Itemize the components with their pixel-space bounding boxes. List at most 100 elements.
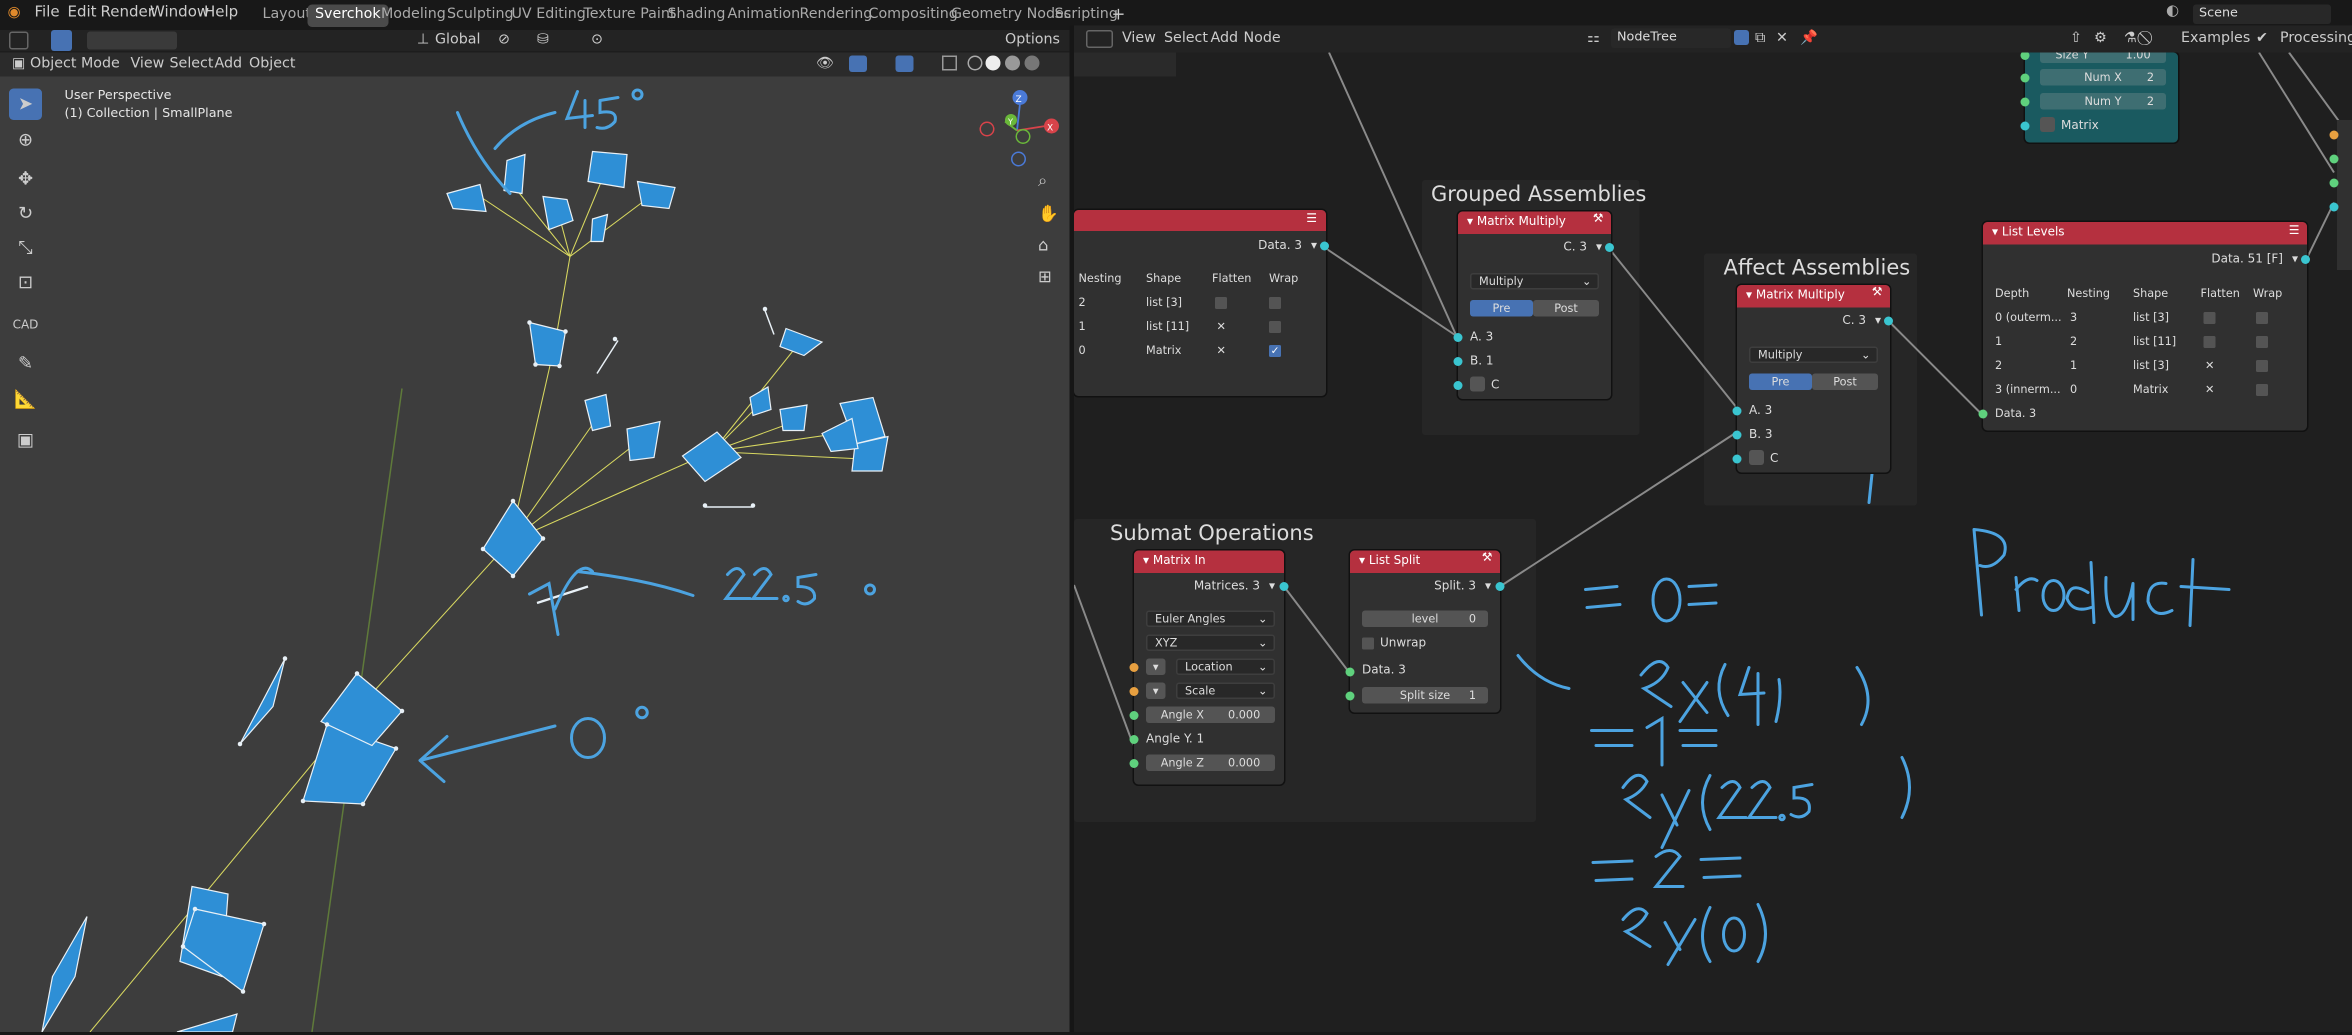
sv-tools-icon[interactable]: ⚙ <box>2094 30 2107 48</box>
wrap-checkbox[interactable] <box>1269 297 1281 309</box>
scale-dropdown[interactable]: Scale ⌄ <box>1176 682 1275 699</box>
fake-user-icon[interactable] <box>1734 30 1749 45</box>
angle-z-field[interactable]: Angle Z 0.000 <box>1146 754 1275 771</box>
selection-mode-buttons[interactable] <box>87 31 177 50</box>
node-editor-type-icon[interactable] <box>1086 30 1113 48</box>
node-header[interactable]: ▾ Matrix Multiply ⚒ <box>1458 211 1611 234</box>
measure-tool-icon[interactable]: 📐 <box>9 384 42 416</box>
input-socket-split-size[interactable] <box>1345 691 1355 701</box>
wrap-checkbox[interactable] <box>2256 360 2268 372</box>
chevron-down-icon[interactable]: ▾ <box>1485 579 1491 593</box>
input-socket-location[interactable] <box>1129 663 1139 672</box>
wrap-checkbox-checked[interactable]: ✓ <box>1269 345 1281 357</box>
add-workspace-icon[interactable]: + <box>1112 5 1126 25</box>
visibility-icon[interactable]: 👁 <box>816 56 834 74</box>
input-socket-data[interactable] <box>1978 409 1988 419</box>
flatten-cross[interactable]: ✕ <box>2205 359 2214 373</box>
location-dropdown[interactable]: Location ⌄ <box>1176 658 1275 675</box>
node-tree-selector[interactable]: NodeTree <box>1611 28 1731 48</box>
scene-selector[interactable]: Scene <box>2193 4 2331 24</box>
viewport-menu-object[interactable]: Object <box>249 56 295 74</box>
duplicate-tree-icon[interactable]: ⧉ <box>1755 30 1765 48</box>
wrap-checkbox[interactable] <box>2256 336 2268 348</box>
operation-dropdown[interactable]: Multiply ⌄ <box>1470 273 1599 290</box>
select-box-icon[interactable] <box>51 30 72 51</box>
chevron-down-icon[interactable]: ▾ <box>1596 240 1602 254</box>
node-list-levels[interactable]: ▾ List Levels ☰ Data. 51 [F] ▾ Depth Nest… <box>1978 222 2310 431</box>
xray-icon[interactable] <box>942 55 957 71</box>
processing-toggle[interactable]: Processing <box>2280 30 2352 48</box>
input-socket-a[interactable] <box>1453 333 1463 342</box>
rotate-tool-icon[interactable]: ↻ <box>9 198 42 230</box>
output-socket[interactable] <box>1605 243 1614 252</box>
pre-button[interactable]: Pre <box>1749 373 1812 390</box>
editor-type-icon[interactable] <box>9 31 29 50</box>
menu-help[interactable]: Help <box>204 5 238 22</box>
chevron-down-icon[interactable]: ▾ <box>2292 252 2298 266</box>
viewport-menu-add[interactable]: Add <box>215 56 243 74</box>
viewport-menu-view[interactable]: View <box>131 56 165 74</box>
unwrap-checkbox[interactable] <box>1362 637 1374 650</box>
input-socket-b[interactable] <box>1453 357 1463 366</box>
shading-rendered-icon[interactable] <box>1024 55 1040 71</box>
gizmo-toggle-icon[interactable] <box>849 55 867 72</box>
snap-icon[interactable]: ⛁ <box>537 32 549 50</box>
node-matrix-multiply-grouped[interactable]: ▾ Matrix Multiply ⚒ C. 3 ▾ Multiply ⌄ Pre … <box>1453 211 1614 399</box>
flatten-checkbox[interactable] <box>1215 297 1227 309</box>
unlink-tree-icon[interactable]: ✕ <box>1776 30 1788 48</box>
input-socket-b[interactable] <box>1732 430 1742 440</box>
input-socket[interactable] <box>2020 52 2030 60</box>
output-socket[interactable] <box>1279 582 1289 591</box>
flatten-checkbox[interactable] <box>2203 312 2216 324</box>
node-list-levels-partial[interactable]: ☰ Data. 3 ▾ Nesting Shape Flatten Wrap 2… <box>1074 210 1329 396</box>
examples-menu[interactable]: Examples <box>2181 30 2250 48</box>
options-menu[interactable]: Options <box>1005 32 1060 50</box>
flatten-cross[interactable]: ✕ <box>1217 320 1226 334</box>
node-header[interactable]: ▾ Matrix In <box>1134 550 1284 573</box>
node-list-split[interactable]: ▾ List Split ⚒ Split. 3 ▾ level 0 Unwrap D… <box>1345 550 1505 713</box>
input-socket[interactable] <box>2329 202 2339 212</box>
3d-viewport[interactable]: User Perspective (1) Collection | SmallP… <box>0 76 1070 1032</box>
flatten-checkbox[interactable] <box>2203 336 2216 348</box>
cad-tool-icon[interactable]: CAD <box>9 309 42 341</box>
mode-selector[interactable]: Object Mode <box>30 56 120 74</box>
input-socket-c[interactable] <box>1453 381 1463 390</box>
input-socket[interactable] <box>2020 97 2030 107</box>
menu-render[interactable]: Render <box>101 5 154 22</box>
pan-hand-icon[interactable]: ✋ <box>1038 204 1059 224</box>
location-expand-icon[interactable]: ▾ <box>1146 658 1166 675</box>
node-plane-generator-partial[interactable]: Size Y 1.00 Num X2 Num Y2 Matrix <box>2020 52 2178 143</box>
select-tool-icon[interactable]: ➤ <box>9 88 42 120</box>
pivot-point-icon[interactable]: ⊘ <box>498 32 510 50</box>
num-y-field[interactable]: Num Y2 <box>2040 93 2166 110</box>
transform-tool-icon[interactable]: ⊡ <box>9 267 42 299</box>
operation-dropdown[interactable]: Multiply ⌄ <box>1749 346 1878 363</box>
input-socket-data[interactable] <box>1345 667 1355 677</box>
zoom-icon[interactable]: ⌕ <box>1038 171 1047 192</box>
input-socket[interactable] <box>2329 130 2339 140</box>
input-socket[interactable] <box>2020 73 2030 83</box>
menu-edit[interactable]: Edit <box>68 5 97 22</box>
flatten-cross[interactable]: ✕ <box>2205 383 2214 397</box>
input-socket-angle-y[interactable] <box>1129 735 1139 744</box>
node-editor-canvas[interactable]: Grouped Assemblies Affect Assemblies Sub… <box>1074 52 2352 1035</box>
navigation-gizmo[interactable]: Z X Y <box>979 90 1059 167</box>
output-socket[interactable] <box>1884 316 1893 326</box>
input-socket-scale[interactable] <box>1129 687 1139 696</box>
chevron-down-icon[interactable]: ▾ <box>1269 579 1275 593</box>
node-menu-select[interactable]: Select <box>1164 30 1208 48</box>
pre-button[interactable]: Pre <box>1470 300 1533 317</box>
input-socket-matrix[interactable] <box>2020 121 2030 131</box>
wrap-checkbox[interactable] <box>2256 312 2268 324</box>
angle-x-field[interactable]: Angle X 0.000 <box>1146 706 1275 723</box>
post-button[interactable]: Post <box>1812 373 1878 390</box>
transform-orientation-label[interactable]: Global <box>435 32 480 50</box>
processing-check-icon[interactable]: ✔ <box>2256 30 2268 48</box>
post-button[interactable]: Post <box>1533 300 1599 317</box>
chevron-down-icon[interactable]: ▾ <box>1875 314 1881 328</box>
node-header[interactable]: ▾ Matrix Multiply ⚒ <box>1737 285 1890 308</box>
output-socket[interactable] <box>2301 255 2310 264</box>
wrap-checkbox[interactable] <box>2256 384 2268 396</box>
input-socket-angle-x[interactable] <box>1129 711 1139 720</box>
flatten-cross[interactable]: ✕ <box>1217 344 1226 358</box>
